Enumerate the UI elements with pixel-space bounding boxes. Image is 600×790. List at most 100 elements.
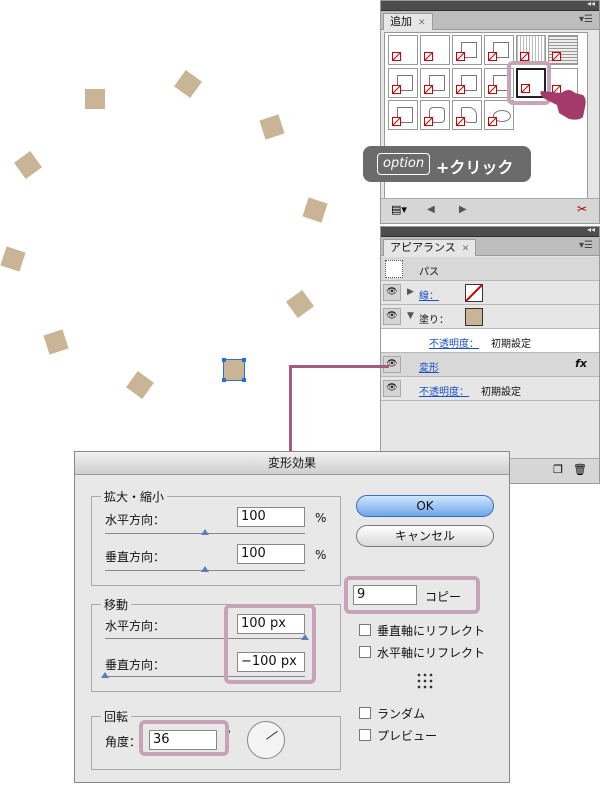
fill-label: 塗り： [419,315,449,326]
style-swatch[interactable] [452,35,482,65]
style-swatch[interactable] [484,100,514,130]
option-key: option [377,153,431,175]
stroke-swatch[interactable] [465,284,483,302]
opacity-label[interactable]: 不透明度： [419,383,469,398]
preview-label: プレビュー [377,729,438,743]
move-v-label: 垂直方向： [105,658,166,672]
scale-h-input[interactable]: 100 [237,507,305,527]
move-h-label: 水平方向： [105,619,166,633]
opacity-row[interactable]: 👁 不透明度： 初期設定 [381,377,599,401]
click-text: +クリック [436,158,514,177]
delete-link-icon[interactable]: ✂ [577,202,587,216]
stroke-label[interactable]: 線： [419,287,439,302]
scale-h-label: 水平方向： [105,513,166,527]
scale-v-label: 垂直方向： [105,550,166,564]
reflect-h-checkbox[interactable] [359,646,371,658]
trash-icon[interactable]: 🗑 [573,463,587,476]
fill-row[interactable]: 👁 ▼ 塗り： [381,305,599,329]
copies-highlight [344,576,480,614]
style-swatch[interactable] [452,100,482,130]
appearance-target-row: パス [381,257,599,281]
scale-group-label: 拡大・縮小 [101,488,168,505]
shape-copy [302,197,328,223]
visibility-eye-icon[interactable]: 👁 [383,308,401,325]
move-highlight [224,604,316,684]
move-group-label: 移動 [101,596,132,613]
angle-highlight [139,720,229,756]
stroke-row[interactable]: 👁 ▶ 線： [381,281,599,305]
graphic-styles-panel: ◂◂ 追加 ✕ ▾☰ ▤▾ ◀ ▶ ✂ [380,0,600,224]
style-swatch[interactable] [420,100,450,130]
collapse-icon[interactable]: ◂◂ [587,225,595,234]
angle-label: 角度： [105,735,142,749]
next-button[interactable]: ▶ [459,204,467,215]
slider-thumb[interactable] [101,672,109,678]
swatch-bottom-bar: ▤▾ ◀ ▶ ✂ [381,198,599,223]
style-swatch[interactable] [548,35,578,65]
tab-appearance[interactable]: アピアランス ✕ [383,239,477,256]
ok-button[interactable]: OK [356,495,494,517]
shape-copy [14,151,42,179]
target-label: パス [419,267,439,278]
slider-thumb[interactable] [201,566,209,572]
style-swatch[interactable] [420,68,450,98]
random-checkbox[interactable] [359,707,371,719]
angle-dial[interactable] [247,721,285,759]
fill-swatch[interactable] [465,308,483,326]
visibility-eye-icon[interactable]: 👁 [383,380,401,397]
shape-copy [126,371,154,399]
slider-thumb[interactable] [201,529,209,535]
percent-unit: % [315,548,327,562]
dial-needle [266,730,278,740]
close-icon[interactable]: ✕ [462,244,470,254]
reflect-h-label: 水平軸にリフレクト [377,646,486,660]
shape-copy [174,70,202,98]
panel-menu-icon[interactable]: ▾☰ [579,240,593,251]
shape-copy [259,114,285,140]
prev-button[interactable]: ◀ [427,204,435,215]
panel-menu-icon[interactable]: ▾☰ [579,14,593,25]
visibility-eye-icon[interactable]: 👁 [383,284,401,301]
percent-unit: % [315,511,327,525]
close-icon[interactable]: ✕ [418,18,426,28]
reflect-v-checkbox[interactable] [359,624,371,636]
tab-add[interactable]: 追加 ✕ [383,13,433,30]
fx-icon[interactable]: fx [575,357,587,370]
fill-opacity-value: 初期設定 [491,339,531,350]
reflect-v-label: 垂直軸にリフレクト [377,624,486,638]
style-swatch[interactable] [388,68,418,98]
transform-effect-dialog: 変形効果 拡大・縮小 水平方向： 100 % 垂直方向： 100 % 移動 水平… [74,451,510,783]
library-menu-icon[interactable]: ▤▾ [391,203,407,216]
fill-opacity-row[interactable]: 不透明度： 初期設定 [381,329,599,353]
scale-v-input[interactable]: 100 [237,544,305,564]
disclosure-down-icon[interactable]: ▼ [407,311,414,321]
new-item-icon[interactable]: ❐ [553,463,563,476]
shape-copy [85,89,105,109]
option-click-callout: option +クリック [363,146,531,182]
shape-copy [43,329,69,355]
hand-pointer-icon [540,90,586,120]
path-thumb-icon [385,260,403,278]
style-swatch[interactable] [388,100,418,130]
transform-effect-row[interactable]: 👁 変形 fx [381,353,599,377]
transform-effect-link[interactable]: 変形 [419,359,439,374]
appearance-panel: ◂◂ アピアランス ✕ ▾☰ パス 👁 ▶ 線： 👁 ▼ 塗り： 不透明度： 初期… [380,225,600,484]
collapse-icon[interactable]: ◂◂ [587,0,595,8]
style-swatch[interactable] [452,68,482,98]
connector-line [289,365,389,368]
style-swatch[interactable] [420,35,450,65]
style-swatch[interactable] [484,35,514,65]
reference-point-icon[interactable] [416,672,434,690]
cancel-button[interactable]: キャンセル [356,525,494,547]
shape-copy [0,246,26,272]
rotate-group-label: 回転 [101,708,132,725]
style-swatch[interactable] [388,35,418,65]
shape-copy [286,290,314,318]
random-label: ランダム [377,707,426,721]
opacity-value: 初期設定 [481,387,521,398]
fill-opacity-label[interactable]: 不透明度： [429,335,479,350]
dialog-title: 変形効果 [75,452,509,475]
preview-checkbox[interactable] [359,729,371,741]
selected-shape[interactable] [222,358,246,382]
disclosure-right-icon[interactable]: ▶ [407,287,414,297]
